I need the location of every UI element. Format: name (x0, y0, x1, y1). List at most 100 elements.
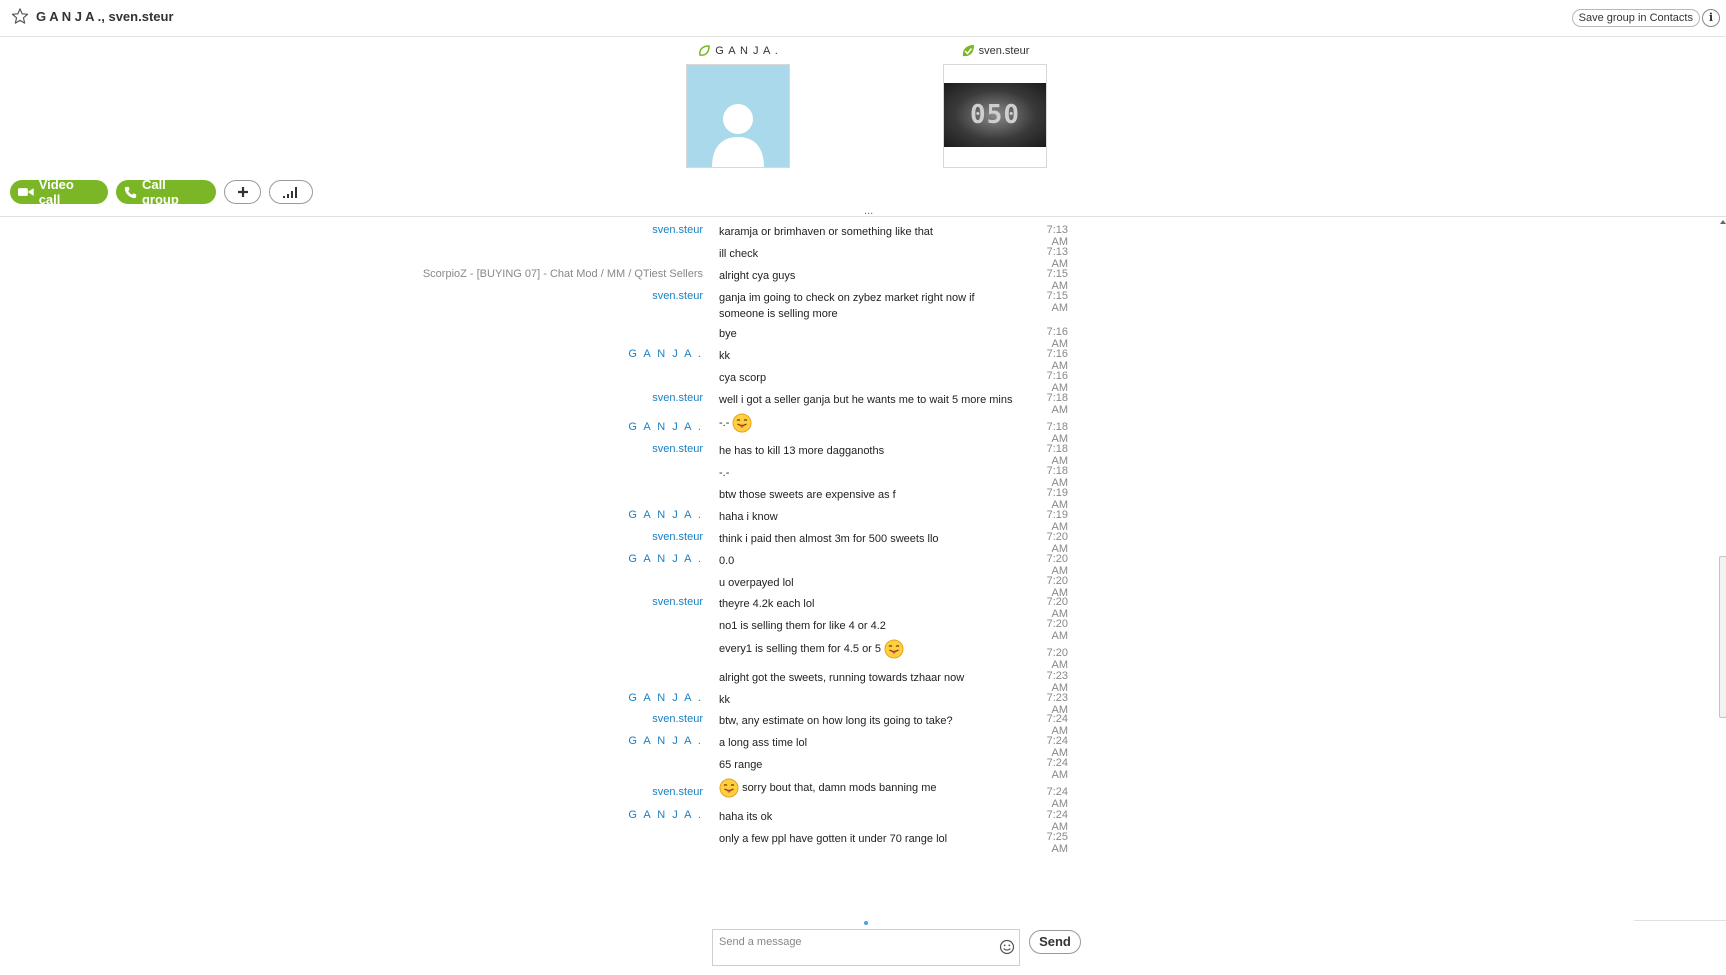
message-timestamp: 7:19 AM (1046, 509, 1068, 533)
avatar[interactable]: 050 (943, 64, 1047, 168)
message-text: every1 is selling them for 4.5 or 5 (719, 639, 1019, 659)
message-text: a long ass time lol (719, 735, 1019, 751)
participant-name: G A N J A . (686, 44, 790, 58)
message-text: -.- (719, 413, 1019, 433)
message-body: kk (719, 350, 730, 362)
message-body: -.- (719, 416, 730, 429)
message-timestamp: 7:18 AM (1046, 392, 1068, 416)
message-sender[interactable]: G A N J A . (0, 553, 703, 565)
message-body: bye (719, 328, 737, 340)
avatar[interactable] (686, 64, 790, 168)
message-text: cya scorp (719, 370, 1019, 386)
message-sender[interactable]: G A N J A . (0, 509, 703, 521)
message-body: well i got a seller ganja but he wants m… (719, 394, 1013, 406)
chat-message: sven.steur ganja im going to check on zyb… (0, 290, 1100, 320)
message-text: -.- (719, 465, 1019, 481)
scrollbar-thumb[interactable] (1719, 556, 1726, 718)
message-sender[interactable]: G A N J A . (0, 809, 703, 821)
call-quality-button[interactable] (269, 180, 313, 204)
participant-sven[interactable]: sven.steur 050 (943, 44, 1047, 168)
message-sender[interactable]: sven.steur (0, 531, 703, 543)
message-timestamp: 7:15 AM (1046, 290, 1068, 314)
emoticon-picker-icon[interactable] (999, 939, 1015, 955)
status-online-icon (962, 45, 974, 57)
participant-ganja[interactable]: G A N J A . (686, 44, 790, 168)
video-call-button[interactable]: Video call (10, 177, 108, 207)
tongue-out-emoticon-icon (719, 778, 739, 798)
message-sender[interactable]: sven.steur (0, 713, 703, 725)
message-body: -.- (719, 467, 730, 479)
signal-bars-icon (283, 187, 297, 198)
tongue-out-emoticon-icon (732, 413, 752, 433)
message-sender[interactable]: ScorpioZ - [BUYING 07] - Chat Mod / MM /… (0, 268, 703, 280)
message-text: theyre 4.2k each lol (719, 596, 1019, 612)
plus-icon (237, 187, 248, 197)
message-sender[interactable]: sven.steur (0, 443, 703, 455)
avatar-image: 050 (944, 83, 1046, 147)
message-timestamp: 7:13 AM (1046, 224, 1068, 248)
message-timestamp: 7:24 AM (1046, 757, 1068, 781)
info-icon[interactable]: i (1702, 9, 1720, 27)
message-text: btw, any estimate on how long its going … (719, 713, 1019, 729)
message-body: a long ass time lol (719, 737, 808, 749)
message-sender[interactable]: sven.steur (0, 596, 703, 608)
message-sender[interactable]: G A N J A . (0, 692, 703, 704)
message-text: btw those sweets are expensive as f (719, 487, 1019, 503)
message-text: he has to kill 13 more dagganoths (719, 443, 1019, 459)
message-text: haha its ok (719, 809, 1019, 825)
message-timestamp: 7:25 AM (1046, 831, 1068, 855)
message-text: alright got the sweets, running towards … (719, 670, 1019, 686)
message-timestamp: 7:20 AM (1046, 596, 1068, 620)
chat-history[interactable]: sven.steur karamja or brimhaven or someth… (0, 218, 1726, 920)
message-timestamp: 7:24 AM (1046, 713, 1068, 737)
message-text: haha i know (719, 509, 1019, 525)
add-participant-button[interactable] (224, 180, 261, 204)
message-timestamp: 7:18 AM (1046, 465, 1068, 489)
divider (1634, 920, 1726, 921)
message-body: kk (719, 694, 730, 706)
message-sender[interactable]: sven.steur (0, 786, 703, 798)
participant-name: sven.steur (943, 44, 1047, 58)
message-sender[interactable]: G A N J A . (0, 421, 703, 433)
conversation-header: G A N J A ., sven.steur Save group in Co… (0, 0, 1726, 37)
message-timestamp: 7:20 AM (1046, 647, 1068, 671)
message-sender[interactable]: G A N J A . (0, 735, 703, 747)
message-body: u overpayed lol (719, 577, 794, 589)
message-body: only a few ppl have gotten it under 70 r… (719, 833, 948, 845)
message-body: alright got the sweets, running towards … (719, 672, 965, 684)
message-input[interactable] (719, 936, 989, 948)
message-text: 0.0 (719, 553, 1019, 569)
message-text: well i got a seller ganja but he wants m… (719, 392, 1019, 408)
video-camera-icon (18, 188, 34, 196)
message-timestamp: 7:13 AM (1046, 246, 1068, 270)
tongue-out-emoticon-icon (884, 639, 904, 659)
conversation-title: G A N J A ., sven.steur (36, 9, 174, 24)
message-timestamp: 7:16 AM (1046, 326, 1068, 350)
save-group-button[interactable]: Save group in Contacts (1571, 9, 1700, 27)
message-body: he has to kill 13 more dagganoths (719, 445, 885, 457)
message-sender[interactable]: sven.steur (0, 224, 703, 236)
message-timestamp: 7:23 AM (1046, 670, 1068, 694)
message-text: kk (719, 348, 1019, 364)
message-sender[interactable]: sven.steur (0, 392, 703, 404)
message-text: sorry bout that, damn mods banning me (719, 778, 1019, 798)
message-sender[interactable]: G A N J A . (0, 348, 703, 360)
message-body: every1 is selling them for 4.5 or 5 (719, 642, 882, 655)
message-text: ganja im going to check on zybez market … (719, 290, 1019, 322)
star-icon[interactable] (11, 7, 29, 25)
message-body: karamja or brimhaven or something like t… (719, 226, 933, 238)
message-sender[interactable]: sven.steur (0, 290, 703, 302)
default-user-icon (712, 104, 764, 167)
message-body: ill check (719, 248, 759, 260)
message-body: haha i know (719, 511, 778, 523)
scroll-up-arrow-icon[interactable] (1720, 220, 1726, 224)
divider (0, 216, 1726, 217)
message-body: 0.0 (719, 555, 735, 567)
message-composer[interactable] (712, 929, 1020, 966)
send-button[interactable]: Send (1029, 930, 1081, 954)
message-body: no1 is selling them for like 4 or 4.2 (719, 620, 886, 632)
message-text: 65 range (719, 757, 1019, 773)
call-group-button[interactable]: Call group (116, 177, 216, 207)
message-body: cya scorp (719, 372, 767, 384)
message-text: u overpayed lol (719, 575, 1019, 591)
